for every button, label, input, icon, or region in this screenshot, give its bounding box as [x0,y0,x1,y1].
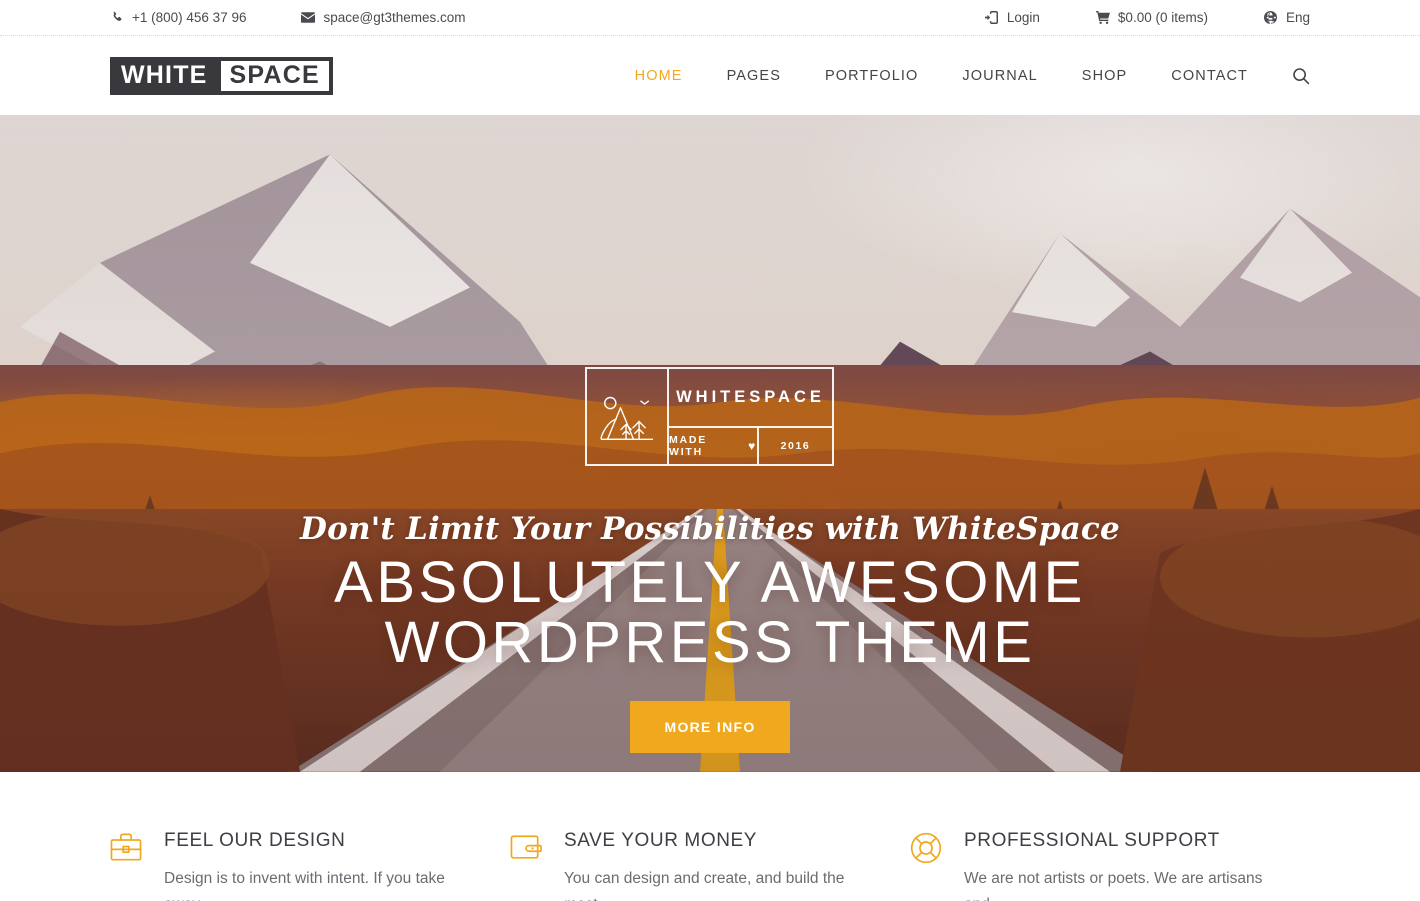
topbar-email-text: space@gt3themes.com [323,10,466,25]
logo-white-part: WHITE [110,56,217,95]
feature-item: PROFESSIONAL SUPPORT We are not artists … [910,830,1310,901]
lifebuoy-icon [910,830,944,901]
shopping-cart-icon [1095,11,1110,25]
feature-title: FEEL OUR DESIGN [164,830,346,851]
topbar-phone[interactable]: +1 (800) 456 37 96 [110,10,246,25]
hero-copy: Don't Limit Your Possibilities with Whit… [0,511,1420,753]
briefcase-icon [110,830,144,901]
more-info-button[interactable]: MORE INFO [630,701,790,753]
badge-made-with-label: MADE WITH [669,434,708,458]
feature-text: Design is to invent with intent. If you … [164,870,445,901]
hero-title: ABSOLUTELY AWESOME WORDPRESS THEME [0,553,1420,673]
heart-icon: ♥ [748,439,757,453]
sign-in-icon [985,11,999,25]
badge-brand-name: WHITESPACE [669,369,832,428]
phone-icon [110,11,124,25]
topbar-language-text: Eng [1285,10,1310,25]
topbar-phone-text: +1 (800) 456 37 96 [132,10,247,25]
feature-title: SAVE YOUR MONEY [564,830,758,851]
feature-title: PROFESSIONAL SUPPORT [964,830,1220,851]
feature-item: SAVE YOUR MONEY You can design and creat… [510,830,910,901]
hero-title-line-2: WORDPRESS THEME [384,610,1036,675]
nav-item-portfolio[interactable]: PORTFOLIO [825,68,918,84]
badge-year: 2016 [780,440,811,452]
globe-icon [1264,11,1278,25]
topbar-cart[interactable]: $0.00 (0 items) [1095,10,1208,25]
search-icon[interactable] [1292,67,1310,85]
hero-badge: WHITESPACE MADE WITH ♥ 2016 [585,367,834,466]
topbar-email[interactable]: space@gt3themes.com [301,10,466,25]
site-logo[interactable]: WHITE SPACE [110,56,333,95]
feature-text: You can design and create, and build the… [564,870,845,901]
features-section: FEEL OUR DESIGN Design is to invent with… [110,772,1310,901]
logo-space-part: SPACE [216,56,333,95]
nav-item-contact[interactable]: CONTACT [1171,68,1248,84]
topbar-language[interactable]: Eng [1264,10,1310,25]
top-bar: +1 (800) 456 37 96 space@gt3themes.com L… [0,0,1420,36]
feature-text: We are not artists or poets. We are arti… [964,870,1263,901]
main-navigation: HOME PAGES PORTFOLIO JOURNAL SHOP CONTAC… [591,67,1310,85]
wallet-icon [510,830,544,901]
hero-section: WHITESPACE MADE WITH ♥ 2016 Don't Limit … [0,115,1420,772]
hero-subtitle: Don't Limit Your Possibilities with Whit… [300,511,1120,547]
nav-item-journal[interactable]: JOURNAL [962,68,1037,84]
badge-made-with: MADE WITH ♥ [669,428,759,464]
topbar-cart-text: $0.00 (0 items) [1117,10,1208,25]
topbar-login-text: Login [1006,10,1040,25]
mountain-sun-trees-icon [587,369,669,464]
site-header: WHITE SPACE HOME PAGES PORTFOLIO JOURNAL… [0,36,1420,115]
envelope-icon [301,11,316,25]
topbar-login[interactable]: Login [985,10,1040,25]
hero-title-line-1: ABSOLUTELY AWESOME [334,550,1086,615]
feature-item: FEEL OUR DESIGN Design is to invent with… [110,830,510,901]
nav-item-pages[interactable]: PAGES [727,68,781,84]
logo-space-text: SPACE [220,60,329,91]
nav-item-shop[interactable]: SHOP [1082,68,1128,84]
nav-item-home[interactable]: HOME [635,68,683,84]
